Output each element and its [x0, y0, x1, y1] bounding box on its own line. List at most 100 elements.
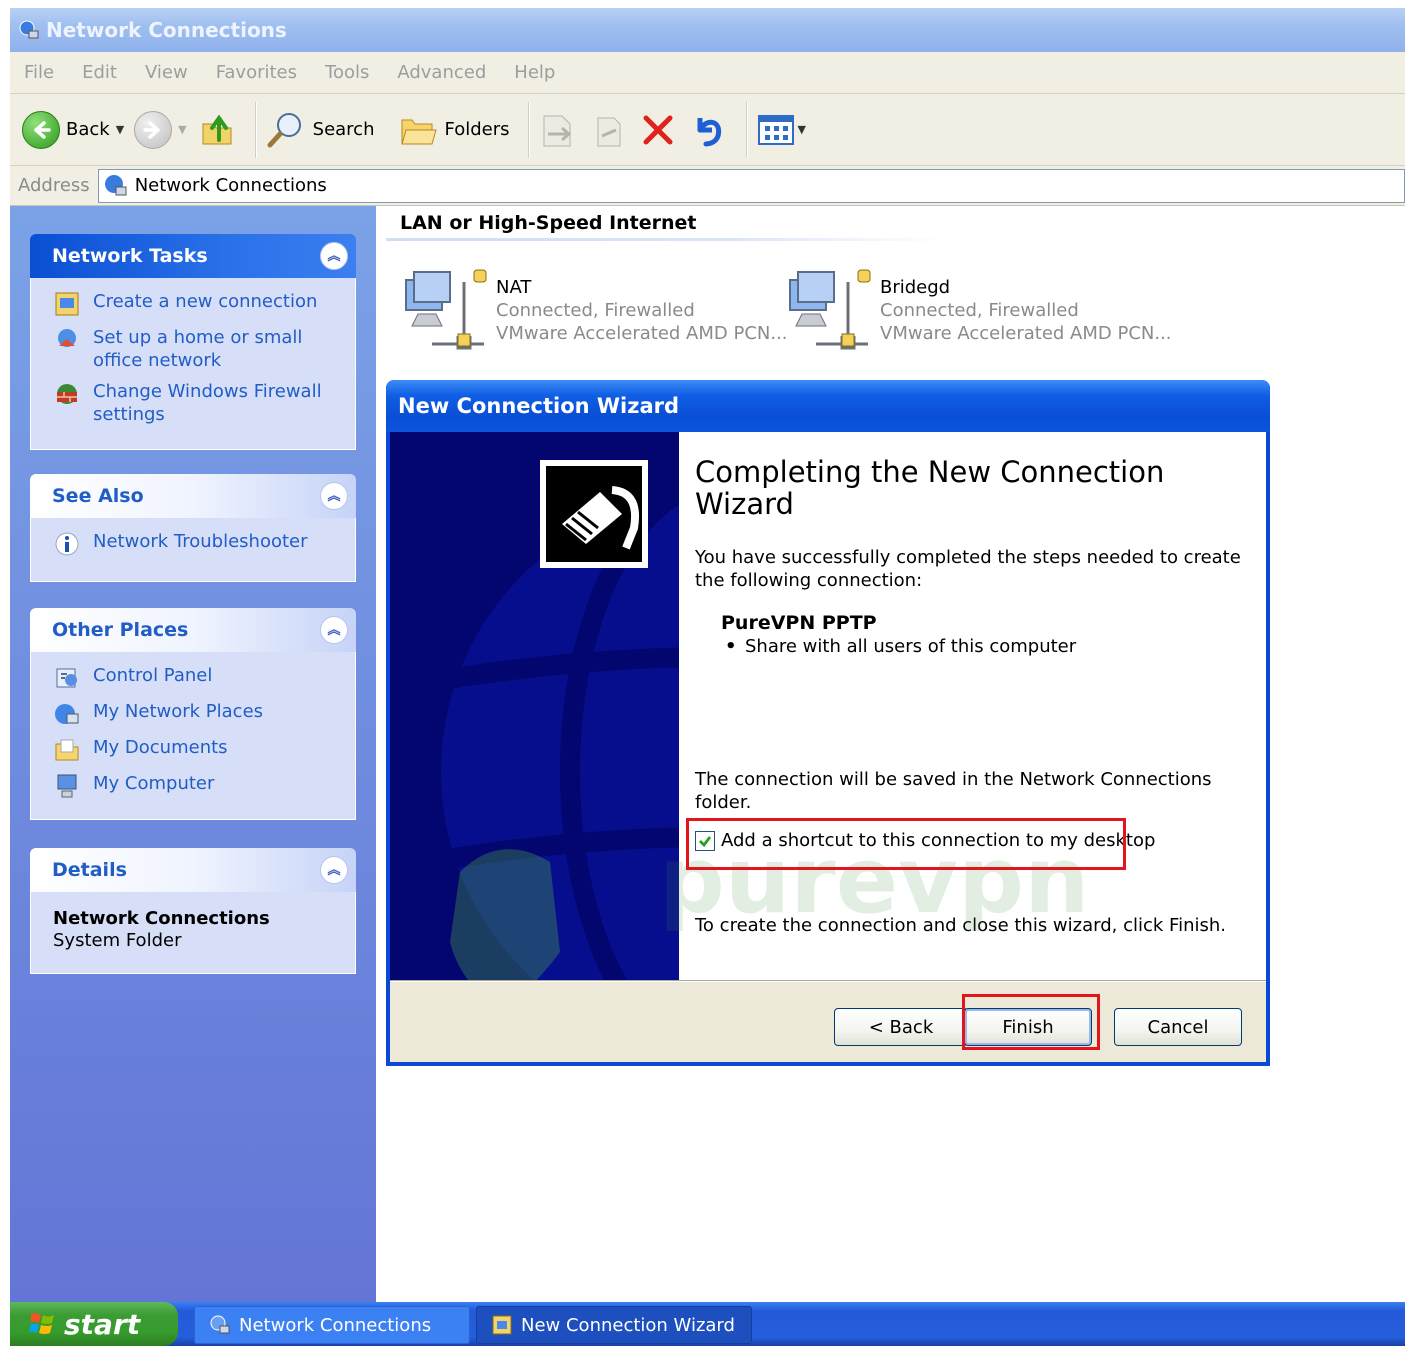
see-also-troubleshooter[interactable]: Network Troubleshooter — [53, 530, 345, 558]
wizard-heading: Completing the New Connection Wizard — [695, 455, 1165, 521]
connection-status: Connected, Firewalled — [496, 300, 695, 321]
place-network-places[interactable]: My Network Places — [53, 700, 345, 728]
see-also-label: Network Troubleshooter — [93, 531, 308, 552]
task-label: Change Windows Firewall settings — [93, 381, 322, 425]
toolbar-separator — [745, 101, 748, 158]
details-title: Details — [52, 859, 127, 881]
network-connections-icon — [19, 20, 39, 39]
place-label: My Network Places — [93, 701, 264, 722]
details-header[interactable]: Details ︽ — [30, 848, 356, 892]
network-connections-icon — [104, 174, 127, 195]
views-button[interactable]: ▼ — [756, 112, 806, 148]
up-button[interactable] — [197, 110, 237, 150]
taskbar-item-label: Network Connections — [239, 1314, 432, 1336]
menu-favorites[interactable]: Favorites — [216, 62, 297, 83]
documents-icon — [53, 736, 81, 764]
views-dropdown-icon[interactable]: ▼ — [798, 123, 806, 136]
save-location-note: The connection will be saved in the Netw… — [695, 769, 1212, 813]
folders-label: Folders — [444, 119, 510, 140]
move-to-button[interactable] — [538, 110, 578, 150]
place-label: My Documents — [93, 737, 228, 758]
undo-button[interactable] — [688, 110, 728, 150]
wizard-title-bar[interactable]: New Connection Wizard — [386, 380, 1270, 432]
connection-item[interactable]: NAT Connected, Firewalled VMware Acceler… — [402, 264, 788, 354]
back-button[interactable]: Back ▼ — [22, 110, 124, 149]
folders-icon — [401, 119, 438, 144]
wizard-title: New Connection Wizard — [398, 394, 680, 418]
network-places-icon — [53, 700, 81, 728]
menu-help[interactable]: Help — [514, 62, 555, 83]
window-title: Network Connections — [46, 18, 287, 42]
place-control-panel[interactable]: Control Panel — [53, 664, 345, 692]
other-places-body: Control Panel My Network Places My Docum… — [30, 652, 356, 820]
forward-arrow-icon — [134, 110, 173, 149]
firewall-icon — [53, 380, 81, 408]
lan-connection-icon — [789, 269, 871, 350]
home-network-icon — [53, 326, 81, 354]
connection-item[interactable]: Bridegd Connected, Firewalled VMware Acc… — [786, 264, 1172, 354]
toolbar-separator — [254, 101, 257, 158]
back-button[interactable]: < Back — [834, 1008, 968, 1046]
other-places-panel: Other Places ︽ Control Panel My Network … — [30, 608, 356, 820]
lan-connection-icon — [405, 269, 487, 350]
vpn-connection-name: PureVPN PPTP — [721, 612, 877, 634]
forward-button[interactable]: ▼ — [134, 110, 187, 149]
folders-button[interactable]: Folders — [398, 110, 510, 150]
network-tasks-panel: Network Tasks ︽ Create a new connection … — [30, 234, 356, 450]
menu-edit[interactable]: Edit — [82, 62, 117, 83]
details-type: System Folder — [53, 930, 182, 951]
forward-dropdown-icon[interactable]: ▼ — [178, 123, 186, 136]
taskbar-item-label: New Connection Wizard — [521, 1314, 735, 1336]
see-also-body: Network Troubleshooter — [30, 518, 356, 582]
menu-file[interactable]: File — [24, 62, 54, 83]
bullet-icon: • — [725, 636, 737, 657]
menu-tools[interactable]: Tools — [325, 62, 369, 83]
task-firewall[interactable]: Change Windows Firewall settings — [53, 380, 345, 426]
start-button[interactable]: start — [10, 1302, 178, 1346]
task-create-connection[interactable]: Create a new connection — [53, 290, 345, 318]
menu-advanced[interactable]: Advanced — [397, 62, 486, 83]
address-input[interactable]: Network Connections — [97, 168, 1405, 203]
computer-icon — [53, 772, 81, 800]
collapse-chevron-icon[interactable]: ︽ — [320, 616, 348, 644]
task-home-network[interactable]: Set up a home or small office network — [53, 326, 345, 372]
connection-status: Connected, Firewalled — [880, 300, 1079, 321]
windows-logo-icon — [29, 1313, 54, 1334]
connection-name: Bridegd — [880, 277, 951, 298]
collapse-chevron-icon[interactable]: ︽ — [320, 482, 348, 510]
copy-to-button[interactable] — [588, 110, 628, 150]
taskbar-item-new-connection-wizard[interactable]: New Connection Wizard — [476, 1306, 752, 1344]
toolbar-separator — [527, 101, 530, 158]
details-body: Network Connections System Folder — [30, 892, 356, 974]
taskbar: start Network Connections New Connection… — [10, 1302, 1405, 1346]
finish-highlight-box — [962, 994, 1100, 1050]
back-dropdown-icon[interactable]: ▼ — [116, 123, 124, 136]
place-my-documents[interactable]: My Documents — [53, 736, 345, 764]
see-also-header[interactable]: See Also ︽ — [30, 474, 356, 518]
wizard-icon — [492, 1315, 512, 1335]
search-button[interactable]: Search — [265, 109, 374, 151]
new-connection-wizard-dialog: New Connection Wizard Completing the New… — [386, 380, 1270, 1066]
address-value: Network Connections — [134, 175, 327, 196]
collapse-chevron-icon[interactable]: ︽ — [320, 242, 348, 270]
title-bar[interactable]: Network Connections — [10, 8, 1405, 52]
address-label: Address — [18, 175, 90, 196]
group-heading: LAN or High-Speed Internet — [400, 212, 697, 234]
network-tasks-header[interactable]: Network Tasks ︽ — [30, 234, 356, 278]
wizard-button-bar: < Back Finish Cancel — [390, 982, 1266, 1062]
up-folder-icon — [202, 114, 232, 144]
task-label: Create a new connection — [93, 291, 318, 312]
menu-view[interactable]: View — [145, 62, 188, 83]
info-icon — [53, 530, 81, 558]
toolbar: Back ▼ ▼ Search Folders ▼ — [10, 94, 1405, 166]
start-label: start — [64, 1307, 141, 1341]
wizard-body: Completing the New Connection Wizard You… — [390, 432, 1266, 1062]
place-my-computer[interactable]: My Computer — [53, 772, 345, 800]
shortcut-highlight-box — [686, 818, 1126, 870]
taskbar-item-network-connections[interactable]: Network Connections — [194, 1306, 470, 1344]
other-places-header[interactable]: Other Places ︽ — [30, 608, 356, 652]
collapse-chevron-icon[interactable]: ︽ — [320, 856, 348, 884]
cancel-button[interactable]: Cancel — [1114, 1008, 1242, 1046]
place-label: Control Panel — [93, 665, 213, 686]
delete-button[interactable] — [638, 110, 678, 150]
